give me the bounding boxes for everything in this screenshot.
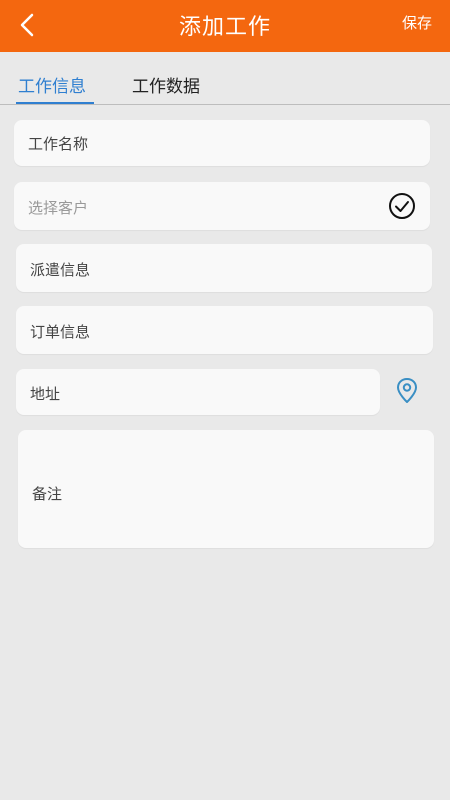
tab-bar: 工作信息 工作数据: [0, 62, 450, 105]
address-label: 地址: [30, 385, 61, 403]
page-title: 添加工作: [178, 15, 271, 40]
active-tab-indicator: [16, 102, 94, 104]
order-info-field[interactable]: 订单信息: [16, 306, 433, 354]
dispatch-info-label: 派遣信息: [30, 261, 91, 279]
tab-job-data[interactable]: 工作数据: [132, 72, 200, 97]
app-header: 添加工作 保存: [0, 0, 450, 52]
job-name-label: 工作名称: [28, 135, 89, 153]
order-info-label: 订单信息: [30, 323, 91, 341]
notes-label: 备注: [32, 485, 63, 503]
select-customer-field[interactable]: 选择客户: [14, 182, 430, 230]
select-customer-placeholder: 选择客户: [28, 199, 89, 217]
address-field[interactable]: 地址: [16, 369, 380, 415]
job-name-field[interactable]: 工作名称: [14, 120, 430, 166]
dispatch-info-field[interactable]: 派遣信息: [16, 244, 432, 292]
location-pin-icon[interactable]: [395, 377, 419, 405]
tab-job-info[interactable]: 工作信息: [18, 72, 86, 97]
check-circle-icon[interactable]: [388, 192, 416, 220]
save-button[interactable]: 保存: [402, 12, 432, 33]
notes-field[interactable]: 备注: [18, 430, 434, 548]
